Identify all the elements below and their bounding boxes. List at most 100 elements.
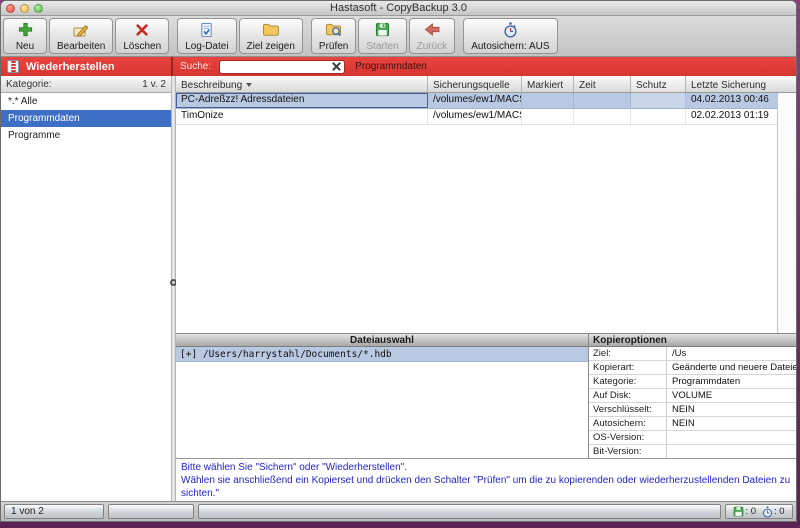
toolbar-button-label: Ziel zeigen [247,41,295,52]
pruefen-button[interactable]: Prüfen [311,18,356,54]
cell-zeit [574,109,631,124]
sidebar-count: 1 v. 2 [142,79,166,90]
option-label: Ziel: [589,347,667,360]
option-label: Kategorie: [589,375,667,388]
option-label: Verschlüsselt: [589,403,667,416]
folder-open-icon [262,21,279,38]
category-sidebar: Kategorie: 1 v. 2 *.* Alle Programmdaten… [1,76,171,501]
desktop: Hastasoft - CopyBackup 3.0 Neu Bearbeite… [0,0,800,528]
instruction-text: Bitte wählen Sie "Sichern" oder "Wiederh… [176,458,796,502]
instruction-line-2: Wählen sie anschließend ein Kopierset un… [181,474,791,500]
main-area: Kategorie: 1 v. 2 *.* Alle Programmdaten… [1,76,796,501]
option-value: Programmdaten [667,375,796,388]
option-label: Autosichern: [589,417,667,430]
timer-counter: : 0 [762,506,785,518]
sort-descending-icon [246,83,252,87]
toolbar-button-label: Prüfen [319,41,348,52]
table-row[interactable]: TimOnize /volumes/ew1/MACSave 02.02.2013… [176,109,796,125]
saved-counter: : 0 [733,506,756,517]
loeschen-button[interactable]: Löschen [115,18,169,54]
option-value: /Us [667,347,796,360]
mode-indicator: Wiederherstellen [1,57,173,76]
search-input[interactable] [223,61,323,73]
sidebar-item-label: Programmdaten [8,113,80,124]
app-window: Hastasoft - CopyBackup 3.0 Neu Bearbeite… [0,0,797,522]
title-bar: Hastasoft - CopyBackup 3.0 [1,1,796,16]
active-filter-label: Programmdaten [355,61,427,72]
column-header-beschreibung[interactable]: Beschreibung [176,76,428,92]
delete-icon [135,21,149,38]
log-file-icon [199,21,214,38]
sidebar-item-programmdaten[interactable]: Programmdaten [1,110,171,127]
search-box [219,60,345,74]
column-header-zeit[interactable]: Zeit [574,76,631,92]
option-value [667,445,796,459]
instruction-line-1: Bitte wählen Sie "Sichern" oder "Wiederh… [181,461,791,474]
cell-beschreibung: TimOnize [176,109,428,124]
status-bar: 1 von 2 : 0 : 0 [1,501,796,521]
cell-sicherungsquelle: /volumes/ew1/MACSave [428,93,522,108]
option-label: Bit-Version: [589,445,667,459]
content-area: Beschreibung Sicherungsquelle Markiert Z… [176,76,796,501]
file-selection-panel: Dateiauswahl [+] /Users/harrystahl/Docum… [176,334,589,458]
cell-markiert [522,93,574,108]
ziel-zeigen-button[interactable]: Ziel zeigen [239,18,303,54]
log-datei-button[interactable]: Log-Datei [177,18,236,54]
sidebar-item-programme[interactable]: Programme [1,127,171,144]
plus-icon [18,21,33,38]
bearbeiten-button[interactable]: Bearbeiten [49,18,113,54]
option-row: Kopierart: Geänderte und neuere Dateien. [589,361,796,375]
restore-mode-icon [7,60,19,73]
status-segment-3 [198,504,721,519]
column-header-sicherungsquelle[interactable]: Sicherungsquelle [428,76,522,92]
option-row: Auf Disk: VOLUME [589,389,796,403]
back-arrow-icon [424,21,440,38]
cell-beschreibung: PC-Adreßzz! Adressdateien [176,93,428,108]
column-header-markiert[interactable]: Markiert [522,76,574,92]
option-value [667,431,796,444]
vertical-scrollbar[interactable] [777,93,796,333]
stopwatch-icon [762,506,773,518]
starten-button[interactable]: Starten [358,18,406,54]
option-label: Kopierart: [589,361,667,374]
toolbar-group-edit: Neu Bearbeiten Löschen [3,18,171,54]
file-entry-row[interactable]: [+] /Users/harrystahl/Documents/*.hdb [176,347,588,362]
autosichern-button[interactable]: Autosichern: AUS [463,18,557,54]
mode-label: Wiederherstellen [26,61,115,73]
verify-folder-icon [325,21,342,38]
neu-button[interactable]: Neu [3,18,47,54]
zurueck-button[interactable]: Zurück [409,18,456,54]
column-header-letzte-sicherung[interactable]: Letzte Sicherung [686,76,796,92]
clear-search-button[interactable] [329,61,343,73]
toolbar-button-label: Bearbeiten [57,41,105,52]
option-value: Geänderte und neuere Dateien. [667,361,796,374]
backup-sets-table: Beschreibung Sicherungsquelle Markiert Z… [176,76,796,333]
save-icon [733,506,744,517]
sidebar-item-label: *.* Alle [8,96,37,107]
option-value: VOLUME [667,389,796,402]
option-row: OS-Version: [589,431,796,445]
toolbar: Neu Bearbeiten Löschen Log-Datei [1,16,796,57]
toolbar-button-label: Log-Datei [185,41,228,52]
option-row: Bit-Version: [589,445,796,459]
save-icon [375,21,390,38]
close-icon [332,62,341,71]
status-counters: : 0 : 0 [725,504,793,519]
options-panel-title: Kopieroptionen [589,334,796,347]
copy-options-panel: Kopieroptionen Ziel: /Us Kopierart: Geän… [589,334,796,458]
option-value: NEIN [667,403,796,416]
option-label: OS-Version: [589,431,667,444]
cell-schutz [631,93,686,108]
sidebar-header-label: Kategorie: [6,79,52,90]
option-row: Ziel: /Us [589,347,796,361]
toolbar-group-run: Prüfen Starten Zurück [311,18,457,54]
toolbar-group-auto: Autosichern: AUS [463,18,559,54]
status-selection: 1 von 2 [4,504,104,519]
table-row[interactable]: PC-Adreßzz! Adressdateien /volumes/ew1/M… [176,93,796,109]
edit-icon [73,21,89,38]
option-row: Autosichern: NEIN [589,417,796,431]
column-header-schutz[interactable]: Schutz [631,76,686,92]
toolbar-button-label: Starten [366,41,398,52]
sidebar-item-alle[interactable]: *.* Alle [1,93,171,110]
cell-schutz [631,109,686,124]
